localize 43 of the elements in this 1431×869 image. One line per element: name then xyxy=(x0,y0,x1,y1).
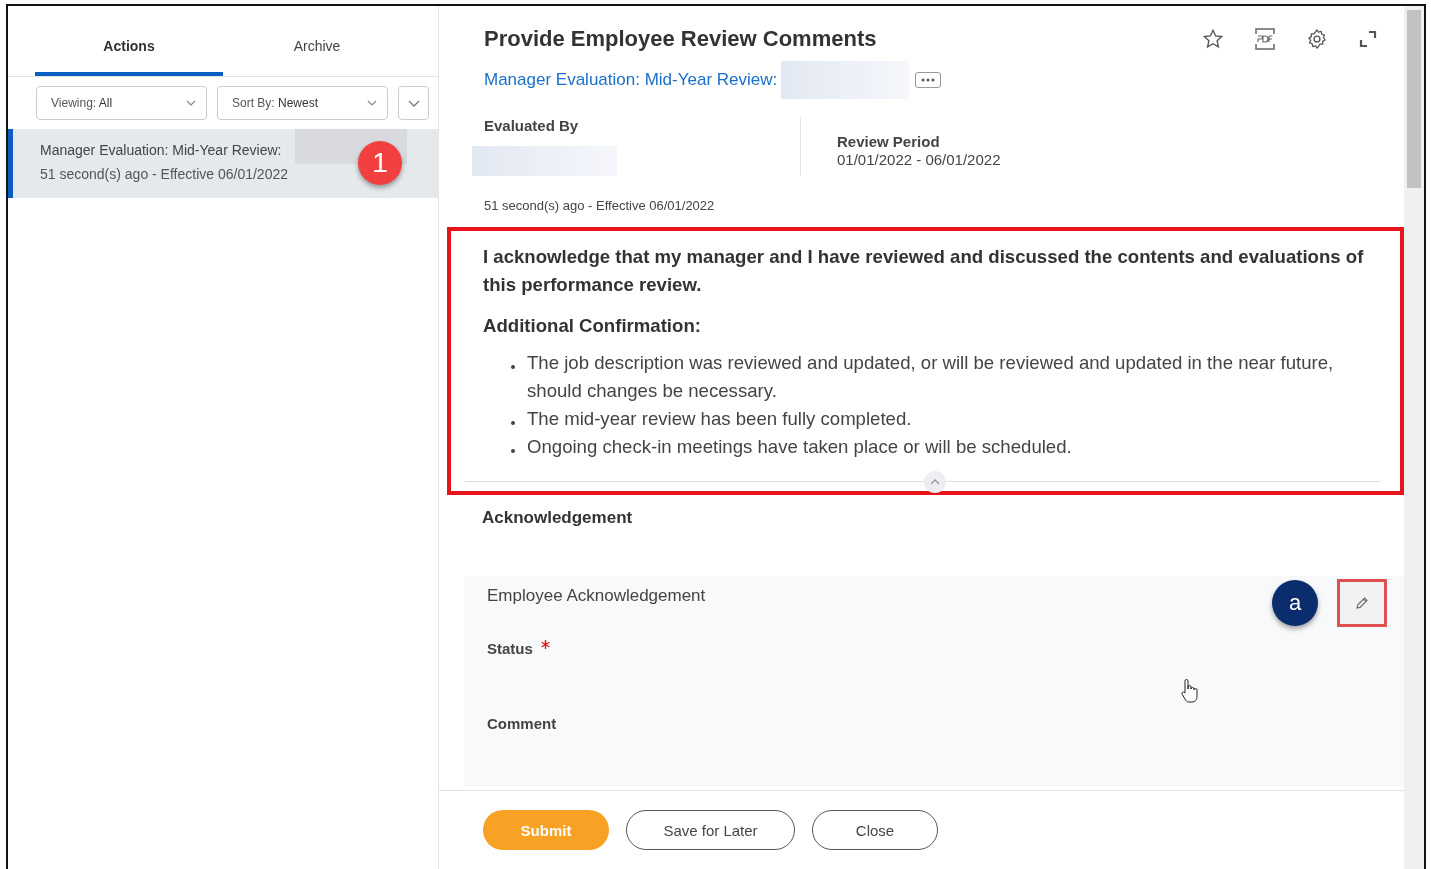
bullet-dot xyxy=(511,365,515,369)
section-heading: Acknowledgement xyxy=(481,507,634,528)
acknowledgement-statement: I acknowledge that my manager and I have reviewed and discussed the contents and evaluations of this performance review. xyxy=(483,245,1365,297)
chevron-down-icon xyxy=(367,100,377,106)
edit-button[interactable] xyxy=(1337,579,1387,627)
expand-icon[interactable] xyxy=(1358,29,1378,49)
filter-dropdown[interactable]: Viewing: All xyxy=(36,86,207,120)
bullet-dot xyxy=(511,449,515,453)
action-button[interactable]: Close xyxy=(812,810,938,850)
scrollbar[interactable] xyxy=(1404,6,1424,869)
chevron-down-icon xyxy=(407,99,420,107)
callout-badge: a xyxy=(1272,580,1318,626)
field-label: Evaluated By xyxy=(484,117,580,134)
bullet-dot xyxy=(511,421,515,425)
filter-dropdown[interactable]: Sort By: Newest xyxy=(217,86,388,120)
bullet-text: The mid-year review has been fully completed. xyxy=(527,407,912,431)
item-subtitle: 51 second(s) ago - Effective 06/01/2022 xyxy=(40,166,289,182)
field-label: Comment xyxy=(487,715,557,732)
pencil-icon xyxy=(1354,595,1370,611)
related-actions-button[interactable] xyxy=(915,72,942,88)
timestamp: 51 second(s) ago - Effective 06/01/2022 xyxy=(484,198,716,213)
review-period-value: 01/01/2022 - 06/01/2022 xyxy=(837,151,1001,168)
card-title: Employee Acknowledgement xyxy=(487,586,706,606)
item-title: Manager Evaluation: Mid-Year Review: xyxy=(40,142,283,158)
page-title: Provide Employee Review Comments xyxy=(484,26,877,52)
bullet-text: Ongoing check-in meetings have taken place or will be scheduled. xyxy=(527,435,1072,459)
settings-icon[interactable] xyxy=(1306,28,1328,50)
star-icon[interactable] xyxy=(1202,28,1224,50)
pdf-icon[interactable] xyxy=(1254,27,1276,51)
field-label: Review Period xyxy=(837,133,941,150)
review-link[interactable]: Manager Evaluation: Mid-Year Review: xyxy=(484,70,778,90)
collapse-icon[interactable] xyxy=(923,470,947,494)
tab[interactable]: Archive xyxy=(223,20,411,76)
bullet-text: The job description was reviewed and updated, or will be reviewed and updated in the near future, should changes be necessary. xyxy=(527,351,1335,403)
callout-badge: 1 xyxy=(358,141,402,185)
ellipsis-icon xyxy=(920,78,937,82)
chevron-down-icon xyxy=(186,100,196,106)
action-button[interactable]: Save for Later xyxy=(626,810,795,850)
section-heading: Additional Confirmation: xyxy=(483,315,702,337)
tab[interactable]: Actions xyxy=(35,20,223,76)
hand-cursor-icon xyxy=(1179,678,1199,704)
inbox-item[interactable]: Manager Evaluation: Mid-Year Review: 51 second(s) ago - Effective 06/01/2022 1 xyxy=(8,129,438,198)
field-label: Status xyxy=(487,640,533,657)
